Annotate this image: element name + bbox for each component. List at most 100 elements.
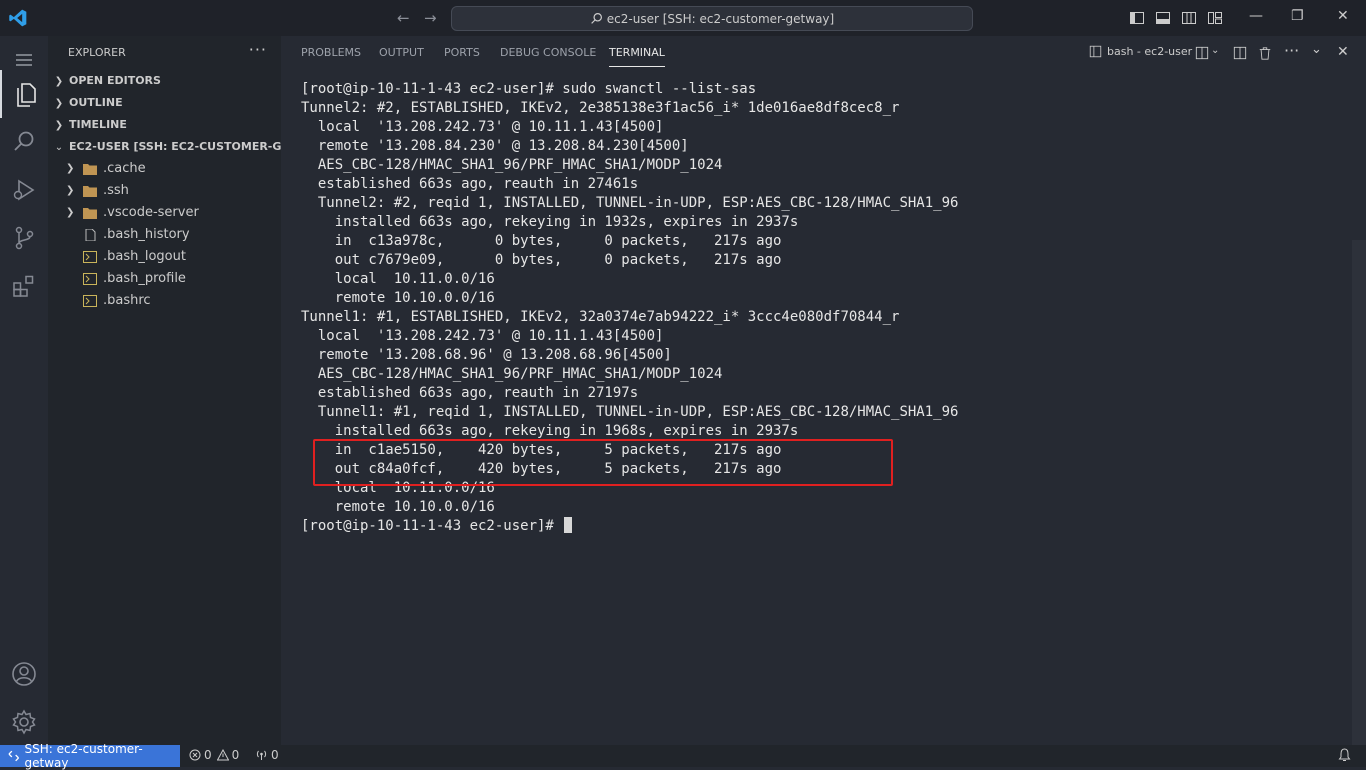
remote-icon bbox=[8, 750, 20, 762]
tree-file-bash-logout[interactable]: .bash_logout bbox=[48, 246, 281, 268]
tree-item-label: .bash_profile bbox=[103, 271, 186, 286]
chevron-down-icon[interactable]: ⌄ bbox=[1211, 45, 1219, 56]
section-open-editors[interactable]: ❯ OPEN EDITORS bbox=[48, 70, 281, 92]
warning-count: 0 bbox=[231, 748, 240, 762]
vscode-logo-icon bbox=[9, 9, 27, 27]
terminal-line: remote 10.10.0.0/16 bbox=[301, 290, 495, 306]
search-view-button[interactable] bbox=[0, 118, 48, 166]
bell-icon bbox=[1338, 748, 1351, 761]
terminal-line: local '13.208.242.73' @ 10.11.1.43[4500] bbox=[301, 328, 664, 344]
terminal-line: [root@ip-10-11-1-43 ec2-user]# sudo swan… bbox=[301, 81, 757, 97]
chevron-right-icon: ❯ bbox=[66, 185, 75, 196]
explorer-sidebar: EXPLORER ··· ❯ OPEN EDITORS ❯ OUTLINE ❯ TIM… bbox=[48, 36, 281, 745]
error-count: 0 bbox=[204, 748, 212, 762]
terminal-line: AES_CBC-128/HMAC_SHA1_96/PRF_HMAC_SHA1/M… bbox=[301, 366, 723, 382]
back-arrow-icon[interactable]: ← bbox=[397, 9, 410, 27]
tree-folder-cache[interactable]: ❯ .cache bbox=[48, 158, 281, 180]
maximize-panel-chevron-icon[interactable]: ⌄ bbox=[1311, 42, 1322, 57]
file-icon bbox=[85, 229, 96, 241]
terminal-line: remote 10.10.0.0/16 bbox=[301, 499, 495, 515]
title-bar: ← → ec2-user [SSH: ec2-customer-getway] … bbox=[0, 0, 1366, 36]
customize-layout-icon[interactable] bbox=[1207, 10, 1223, 26]
status-bar: SSH: ec2-customer-getway 0 0 0 bbox=[0, 742, 1366, 770]
extensions-icon bbox=[13, 275, 34, 297]
source-control-view-button[interactable] bbox=[0, 214, 48, 262]
close-window-icon[interactable]: ✕ bbox=[1337, 8, 1349, 24]
terminal-scrollbar[interactable] bbox=[1352, 240, 1366, 745]
folder-icon bbox=[83, 208, 97, 219]
run-debug-view-button[interactable] bbox=[0, 166, 48, 214]
ports-status[interactable]: 0 bbox=[255, 748, 279, 762]
terminal-line: local '13.208.242.73' @ 10.11.1.43[4500] bbox=[301, 119, 664, 135]
chevron-down-icon: ⌄ bbox=[54, 142, 64, 153]
tree-file-bash-history[interactable]: .bash_history bbox=[48, 224, 281, 246]
trash-icon[interactable] bbox=[1258, 46, 1272, 60]
section-workspace[interactable]: ⌄ EC2-USER [SSH: EC2-CUSTOMER-GETW... bbox=[48, 136, 281, 158]
terminal-instance-selector[interactable]: bash - ec2-user bbox=[1089, 45, 1192, 58]
terminal-output[interactable]: [root@ip-10-11-1-43 ec2-user]# sudo swan… bbox=[301, 80, 1341, 740]
terminal-line: out c7679e09, 0 bytes, 0 packets, 217s a… bbox=[301, 252, 782, 268]
tree-item-label: .bash_logout bbox=[103, 249, 186, 264]
toggle-primary-sidebar-icon[interactable] bbox=[1129, 10, 1145, 26]
command-center-search[interactable]: ec2-user [SSH: ec2-customer-getway] bbox=[451, 6, 973, 31]
radio-tower-icon bbox=[256, 750, 267, 760]
hamburger-menu-icon bbox=[16, 54, 32, 66]
tree-item-label: .bashrc bbox=[103, 293, 151, 308]
tree-item-label: .cache bbox=[103, 161, 146, 176]
account-icon bbox=[12, 662, 36, 686]
tree-file-bash-profile[interactable]: .bash_profile bbox=[48, 268, 281, 290]
restore-icon[interactable]: ❐ bbox=[1291, 8, 1304, 24]
shell-script-icon bbox=[83, 295, 97, 307]
terminal-name-label: bash - ec2-user bbox=[1107, 45, 1193, 58]
tree-file-bashrc[interactable]: .bashrc bbox=[48, 290, 281, 312]
extensions-view-button[interactable] bbox=[0, 262, 48, 310]
section-outline[interactable]: ❯ OUTLINE bbox=[48, 92, 281, 114]
new-terminal-icon[interactable] bbox=[1195, 46, 1209, 60]
tree-folder-ssh[interactable]: ❯ .ssh bbox=[48, 180, 281, 202]
tab-problems[interactable]: PROBLEMS bbox=[301, 46, 361, 59]
terminal-line: remote '13.208.84.230' @ 13.208.84.230[4… bbox=[301, 138, 689, 154]
tab-ports[interactable]: PORTS bbox=[444, 46, 480, 59]
tree-item-label: .bash_history bbox=[103, 227, 190, 242]
notifications-button[interactable] bbox=[1338, 748, 1351, 762]
run-debug-icon bbox=[13, 179, 35, 201]
section-label: OPEN EDITORS bbox=[69, 74, 161, 87]
gear-icon bbox=[12, 709, 36, 735]
split-terminal-icon[interactable] bbox=[1233, 46, 1247, 60]
terminal-line: Tunnel2: #2, ESTABLISHED, IKEv2, 2e38513… bbox=[301, 100, 900, 116]
more-actions-icon[interactable]: ··· bbox=[249, 40, 267, 59]
close-panel-icon[interactable]: ✕ bbox=[1337, 44, 1349, 60]
manage-button[interactable] bbox=[0, 698, 48, 746]
tab-output[interactable]: OUTPUT bbox=[379, 46, 424, 59]
minimize-icon[interactable]: — bbox=[1249, 8, 1263, 24]
tree-folder-vscode-server[interactable]: ❯ .vscode-server bbox=[48, 202, 281, 224]
command-center-label: ec2-user [SSH: ec2-customer-getway] bbox=[606, 11, 835, 26]
tree-item-label: .ssh bbox=[103, 183, 129, 198]
toggle-secondary-sidebar-icon[interactable] bbox=[1181, 10, 1197, 26]
more-actions-icon[interactable]: ··· bbox=[1284, 41, 1299, 60]
toggle-panel-icon[interactable] bbox=[1155, 10, 1171, 26]
tab-debug-console[interactable]: DEBUG CONSOLE bbox=[500, 46, 596, 59]
section-label: EC2-USER [SSH: EC2-CUSTOMER-GETW... bbox=[69, 140, 281, 153]
chevron-right-icon: ❯ bbox=[54, 76, 64, 87]
problems-status[interactable]: 0 0 bbox=[189, 748, 239, 762]
section-label: TIMELINE bbox=[69, 118, 127, 131]
terminal-line: in c13a978c, 0 bytes, 0 packets, 217s ag… bbox=[301, 233, 782, 249]
shell-script-icon bbox=[83, 273, 97, 285]
terminal-line: installed 663s ago, rekeying in 1932s, e… bbox=[301, 214, 799, 230]
remote-indicator[interactable]: SSH: ec2-customer-getway bbox=[0, 742, 180, 770]
folder-icon bbox=[83, 186, 97, 197]
source-control-icon bbox=[15, 226, 34, 250]
tab-terminal[interactable]: TERMINAL bbox=[609, 46, 665, 67]
chevron-right-icon: ❯ bbox=[54, 120, 64, 131]
remote-label: SSH: ec2-customer-getway bbox=[24, 742, 143, 770]
panel-tab-bar: PROBLEMS OUTPUT PORTS DEBUG CONSOLE TERM… bbox=[281, 36, 1366, 70]
accounts-button[interactable] bbox=[0, 650, 48, 698]
terminal-line: AES_CBC-128/HMAC_SHA1_96/PRF_HMAC_SHA1/M… bbox=[301, 157, 723, 173]
folder-icon bbox=[83, 164, 97, 175]
section-timeline[interactable]: ❯ TIMELINE bbox=[48, 114, 281, 136]
terminal-line: established 663s ago, reauth in 27197s bbox=[301, 385, 639, 401]
explorer-view-button[interactable] bbox=[0, 70, 50, 118]
forward-arrow-icon[interactable]: → bbox=[424, 9, 437, 27]
files-icon bbox=[17, 83, 36, 107]
